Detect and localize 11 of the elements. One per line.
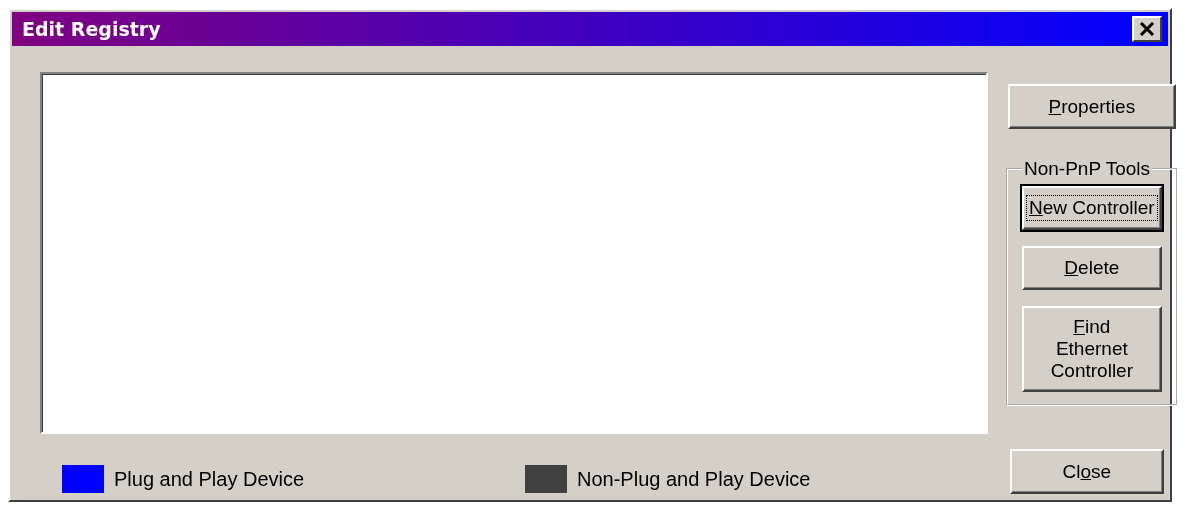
close-button[interactable] — [1132, 16, 1162, 42]
action-button[interactable]: Close — [1010, 449, 1164, 494]
window-title: Edit Registry — [22, 16, 161, 42]
close-icon — [1139, 22, 1155, 36]
action-button[interactable]: Properties — [1008, 84, 1176, 129]
group-label: Non-PnP Tools — [1023, 159, 1152, 180]
action-button[interactable]: Find Ethernet Controller — [1022, 305, 1162, 392]
action-button[interactable]: Delete — [1022, 245, 1162, 290]
legend-label: Non-Plug and Play Device — [577, 467, 811, 492]
action-button[interactable]: New Controller — [1022, 185, 1162, 230]
legend-label: Plug and Play Device — [114, 467, 305, 492]
